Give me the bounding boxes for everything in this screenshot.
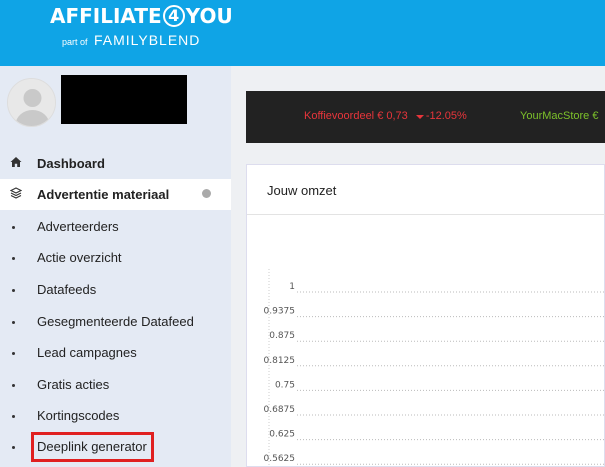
redacted-username xyxy=(61,75,187,124)
bullet-icon xyxy=(12,384,15,387)
ticker-item-name: YourMacStore xyxy=(520,110,590,122)
sidebar-item-actie-overzicht[interactable]: Actie overzicht xyxy=(0,242,231,273)
sidebar-item-label: Lead campagnes xyxy=(37,345,137,360)
sidebar-item-label: Adverteerders xyxy=(37,219,119,234)
bullet-icon xyxy=(12,321,15,324)
avatar[interactable] xyxy=(7,78,56,127)
logo[interactable]: AFFILIATE 4 YOU part of FAMILYBLEND xyxy=(50,4,233,52)
sidebar: Dashboard Advertentie materiaal Advertee… xyxy=(0,66,231,467)
logo-number-badge: 4 xyxy=(162,5,185,27)
layers-icon xyxy=(9,187,23,201)
revenue-chart: 1 0.9375 0.875 0.8125 0.75 0.6875 0.625 0.5625 xyxy=(247,215,605,467)
sidebar-item-label: Gesegmenteerde Datafeed xyxy=(37,314,194,329)
ticker-item-change: -12.05% xyxy=(425,110,467,122)
bullet-icon xyxy=(12,226,15,229)
sidebar-item-label: Datafeeds xyxy=(37,282,97,297)
bullet-icon xyxy=(12,446,15,449)
y-tick-label: 0.875 xyxy=(269,331,295,341)
top-header: AFFILIATE 4 YOU part of FAMILYBLEND xyxy=(0,0,605,66)
logo-part-of: part of xyxy=(62,37,88,47)
sidebar-item-label: Kortingscodes xyxy=(37,408,120,423)
sidebar-item-gesegmenteerde-datafeed[interactable]: Gesegmenteerde Datafeed xyxy=(0,306,231,337)
user-silhouette-icon xyxy=(8,79,55,126)
ticker-item-value: € xyxy=(592,110,599,122)
sidebar-item-label: Advertentie materiaal xyxy=(37,187,170,202)
main-content: Koffievoordeel € 0,73 -12.05% YourMacSto… xyxy=(231,66,605,467)
sidebar-item-advertentie-materiaal[interactable]: Advertentie materiaal xyxy=(0,179,231,210)
ticker-item-name: Koffievoordeel xyxy=(304,110,375,122)
logo-subtitle: part of FAMILYBLEND xyxy=(62,32,200,50)
sidebar-item-adverteerders[interactable]: Adverteerders xyxy=(0,211,231,242)
y-tick-label: 0.75 xyxy=(275,380,295,390)
chart-canvas: 1 0.9375 0.875 0.8125 0.75 0.6875 0.625 0.5625 xyxy=(264,269,605,467)
home-icon xyxy=(9,156,23,170)
sidebar-item-label: Dashboard xyxy=(37,156,105,171)
sidebar-item-gratis-acties[interactable]: Gratis acties xyxy=(0,369,231,400)
sidebar-item-dashboard[interactable]: Dashboard xyxy=(0,148,231,179)
panel-header: Jouw omzet xyxy=(247,165,605,215)
sidebar-item-label: Gratis acties xyxy=(37,377,110,392)
sidebar-item-deeplink-generator[interactable]: Deeplink generator xyxy=(0,431,231,462)
sidebar-item-label: Deeplink generator xyxy=(37,439,147,454)
caret-down-icon xyxy=(415,115,424,119)
logo-brand: FAMILYBLEND xyxy=(93,32,201,48)
status-dot xyxy=(202,189,211,198)
ticker-item-value: € 0,73 xyxy=(377,110,408,122)
ticker-item-yourmacstore[interactable]: YourMacStore € xyxy=(520,110,599,122)
sidebar-item-datafeeds[interactable]: Datafeeds xyxy=(0,274,231,305)
ticker-bar: Koffievoordeel € 0,73 -12.05% YourMacSto… xyxy=(246,91,605,143)
bullet-icon xyxy=(12,352,15,355)
panel-title: Jouw omzet xyxy=(267,183,337,198)
logo-text-left: AFFILIATE xyxy=(50,4,162,28)
ticker-item-koffievoordeel[interactable]: Koffievoordeel € 0,73 -12.05% xyxy=(304,110,467,122)
sidebar-item-lead-campagnes[interactable]: Lead campagnes xyxy=(0,337,231,368)
y-tick-label: 0.9375 xyxy=(264,307,296,317)
logo-text-right: YOU xyxy=(185,4,233,28)
y-tick-label: 0.625 xyxy=(269,430,295,440)
profile-block xyxy=(0,66,231,148)
bullet-icon xyxy=(12,289,15,292)
bullet-icon xyxy=(12,415,15,418)
y-tick-label: 0.5625 xyxy=(264,454,296,464)
sidebar-item-label: Actie overzicht xyxy=(37,250,122,265)
logo-wordmark: AFFILIATE 4 YOU xyxy=(50,4,233,28)
bullet-icon xyxy=(12,257,15,260)
sidebar-item-kortingscodes[interactable]: Kortingscodes xyxy=(0,400,231,431)
y-tick-label: 1 xyxy=(289,282,295,292)
y-tick-label: 0.6875 xyxy=(264,405,296,415)
y-tick-label: 0.8125 xyxy=(264,356,296,366)
revenue-panel: Jouw omzet 1 0.9375 0.875 0.8125 0.75 0.6875 0… xyxy=(246,164,605,467)
